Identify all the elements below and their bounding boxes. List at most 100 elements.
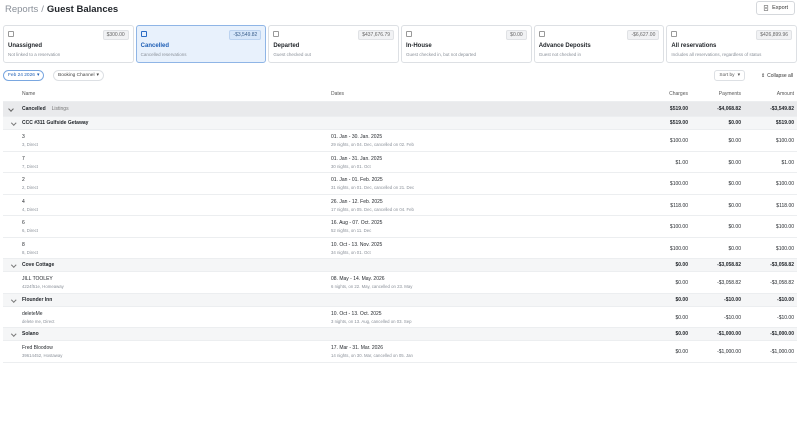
card-subtitle: Cancelled reservations [140, 52, 187, 57]
reservation-row[interactable]: JILL TOOLEY 4224f51e, Homeaway 08. May - 1… [3, 272, 797, 294]
balances-table: Name Dates Charges Payments Amount Cance… [3, 88, 797, 363]
reservation-payments: $0.00 [728, 138, 741, 144]
reservation-dates: 01. Jan - 01. Feb. 2025 [331, 177, 383, 183]
date-filter-chip[interactable]: Feb 24 2026 ▾ [3, 70, 45, 81]
export-button[interactable]: Export [756, 1, 795, 15]
reservation-source: 8, Direct [22, 249, 38, 255]
chevron-down-icon: ▾ [36, 73, 40, 78]
card-balance-badge: -$6,627.00 [627, 30, 660, 40]
property-payments: -$1,000.00 [717, 331, 741, 337]
property-row[interactable]: Cove Cottage $0.00 -$3,058.82 -$3,058.82 [3, 259, 797, 272]
table-header-row: Name Dates Charges Payments Amount [3, 88, 797, 102]
status-card-cancelled[interactable]: -$3,549.82 Cancelled Cancelled reservation… [135, 25, 267, 63]
card-balance-badge: -$3,549.82 [229, 30, 262, 40]
reservation-dates: 10. Oct - 13. Oct. 2025 [331, 310, 382, 317]
reservation-row[interactable]: deleteMe delete me, Direct 10. Oct - 13. O… [3, 306, 797, 328]
card-subtitle: Guest checked out [273, 52, 311, 57]
column-header-charges[interactable]: Charges [669, 91, 688, 97]
chevron-down-icon: ▾ [96, 73, 99, 78]
reservation-payments: -$3,058.82 [717, 280, 741, 286]
reservation-name[interactable]: JILL TOOLEY [22, 276, 53, 282]
date-filter-label: Feb 24 2026 [8, 73, 35, 78]
reservation-name[interactable]: 4 [22, 199, 25, 205]
reservation-dates: 10. Oct - 13. Nov. 2025 [331, 241, 383, 248]
group-tag: Listings [51, 106, 69, 112]
property-name: Flounder Inn [22, 296, 53, 303]
chevron-down-icon[interactable] [11, 120, 17, 126]
status-card-all-reservations[interactable]: $426,899.96 All reservations Includes all … [666, 25, 798, 63]
chevron-down-icon[interactable] [11, 331, 17, 337]
status-card-advance-deposits[interactable]: -$6,627.00 Advance Deposits Guest not chec… [533, 25, 665, 63]
reservation-name[interactable]: 3 [22, 134, 25, 140]
departed-icon [273, 31, 280, 37]
sort-by-label: Sort by [719, 73, 735, 78]
reservation-dates-detail: 29 nights, on 04. Dec, cancelled on 02. … [331, 142, 414, 147]
reservation-row[interactable]: 4 4, Direct 26. Jan - 12. Feb. 2025 17 nigh… [3, 194, 797, 216]
reservation-row[interactable]: 7 7, Direct 01. Jan - 31. Jan. 2025 30 nigh… [3, 151, 797, 173]
booking-channel-label: Booking Channel [58, 73, 95, 78]
reservation-name[interactable]: deleteMe [22, 311, 43, 317]
reservation-payments: $0.00 [728, 245, 741, 252]
reservation-charges: $0.00 [675, 280, 688, 286]
reservation-source: 39614452, Hostaway [22, 353, 63, 358]
reservation-payments: $0.00 [728, 181, 741, 187]
page-title: Guest Balances [46, 3, 119, 15]
reservation-dates: 01. Jan - 31. Jan. 2025 [331, 155, 383, 162]
property-payments: $0.00 [728, 120, 741, 126]
reservation-payments: $0.00 [728, 224, 741, 230]
status-card-in-house[interactable]: $0.00 In-House Guest checked in, but not d… [401, 25, 532, 63]
reservation-charges: $100.00 [669, 245, 688, 252]
reservation-dates-detail: 34 nights, on 01. Oct [331, 249, 371, 255]
reservation-row[interactable]: 2 2, Direct 01. Jan - 01. Feb. 2025 31 nigh… [3, 173, 797, 195]
group-row-cancelled[interactable]: Cancelled Listings $519.00 -$4,068.82 -$3… [3, 102, 797, 117]
reservation-dates: 08. May - 14. May. 2026 [331, 276, 385, 282]
cancelled-icon [140, 31, 147, 37]
reservation-source: 7, Direct [22, 163, 38, 169]
property-row[interactable]: Flounder Inn $0.00 -$10.00 -$10.00 [3, 293, 797, 307]
group-name: Cancelled Listings [22, 106, 69, 112]
property-name: Cove Cottage [22, 262, 55, 268]
chevron-down-icon[interactable] [11, 296, 17, 302]
booking-channel-chip[interactable]: Booking Channel ▾ [53, 70, 104, 81]
reservation-row[interactable]: 8 8, Direct 10. Oct - 13. Nov. 2025 34 nigh… [3, 237, 797, 259]
card-subtitle: Guest checked in, but not departed [406, 52, 477, 57]
export-label: Export [772, 5, 788, 11]
collapse-icon: ⇕ [760, 72, 766, 79]
advance-deposits-icon [538, 31, 545, 37]
property-payments: -$3,058.82 [717, 262, 741, 268]
status-card-departed[interactable]: $437,676.79 Departed Guest checked out [268, 25, 400, 63]
property-row[interactable]: CCC #311 Gulfside Getaway $519.00 $0.00 $51… [3, 117, 797, 130]
reservation-charges: $100.00 [669, 224, 688, 230]
card-title: All reservations [671, 43, 717, 49]
card-title: Cancelled [140, 43, 170, 49]
card-subtitle: Not linked to a reservation [8, 52, 61, 57]
reservation-row[interactable]: 3 3, Direct 01. Jan - 30. Jan. 2025 29 nigh… [3, 130, 797, 152]
reservation-source: 4, Direct [22, 206, 38, 212]
reservation-name[interactable]: Fred Bloodow [22, 345, 53, 351]
reservation-name[interactable]: 2 [22, 177, 25, 183]
chevron-down-icon[interactable] [8, 106, 14, 112]
property-row[interactable]: Solano $0.00 -$1,000.00 -$1,000.00 [3, 328, 797, 341]
breadcrumb-reports[interactable]: Reports [5, 4, 38, 15]
reservation-row[interactable]: 6 6, Direct 16. Aug - 07. Oct. 2025 52 nigh… [3, 216, 797, 238]
sort-by-select[interactable]: Sort by ▾ [714, 70, 745, 81]
reservation-row[interactable]: Fred Bloodow 39614452, Hostaway 17. Mar - … [3, 341, 797, 363]
column-header-amount[interactable]: Amount [777, 91, 794, 97]
card-balance-badge: $0.00 [506, 30, 527, 40]
column-header-name[interactable]: Name [22, 91, 35, 97]
status-card-unassigned[interactable]: $300.00 Unassigned Not linked to a reserva… [3, 25, 134, 63]
reservation-source: delete me, Direct [22, 318, 55, 324]
in-house-icon [406, 31, 413, 37]
reservation-name[interactable]: 8 [22, 242, 25, 248]
reservation-amount: -$3,058.82 [770, 280, 794, 286]
column-header-payments[interactable]: Payments [719, 91, 741, 97]
reservation-name[interactable]: 7 [22, 156, 25, 162]
reservation-name[interactable]: 6 [22, 220, 25, 226]
collapse-all-label: Collapse all [767, 72, 793, 79]
reservation-source: 4224f51e, Homeaway [22, 284, 64, 289]
reservation-source: 6, Direct [22, 228, 38, 233]
column-header-dates[interactable]: Dates [331, 91, 344, 97]
collapse-all-button[interactable]: ⇕ Collapse all [761, 70, 793, 81]
property-name: CCC #311 Gulfside Getaway [22, 120, 89, 126]
chevron-down-icon[interactable] [11, 262, 17, 268]
